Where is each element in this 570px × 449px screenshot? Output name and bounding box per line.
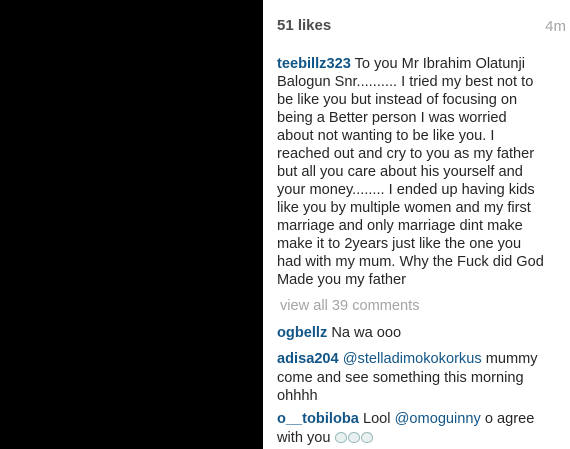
caption-text: marriage and only marriage dint make xyxy=(277,218,523,234)
comment-text: mummy xyxy=(485,351,538,367)
caption-text: had with my mum. Why the Fuck did God xyxy=(277,254,544,270)
caption-text: like you by multiple women and my first xyxy=(277,200,531,216)
caption-text: but all you care about his yourself and xyxy=(277,164,523,180)
comment: ogbellz Na wa ooo xyxy=(277,324,563,343)
caption-text: make it to 2years just like the one you xyxy=(277,236,522,252)
likes-count[interactable]: 51 likes xyxy=(277,17,331,34)
comment-text: Lool xyxy=(362,411,391,427)
comment-text: o agree xyxy=(484,411,535,427)
comment-username[interactable]: o__tobiloba xyxy=(277,411,359,427)
post-time[interactable]: 4m xyxy=(545,18,566,35)
comment-username[interactable]: ogbellz xyxy=(277,325,327,341)
comment: o__tobiloba Lool @omoguinny o agree with… xyxy=(277,410,563,447)
comment-text: come and see something this morning xyxy=(277,369,524,386)
caption-text: reached out and cry to you as my father xyxy=(277,146,535,162)
post-image[interactable] xyxy=(0,0,263,449)
grinning-cat-icon xyxy=(347,431,360,443)
post-details-panel: 51 likes 4m teebillz323 To you Mr Ibrahi… xyxy=(277,0,566,449)
comment-text: with you xyxy=(277,429,331,446)
comment-username[interactable]: adisa204 xyxy=(277,351,339,367)
caption-text: Made you my father xyxy=(277,272,406,288)
comment: adisa204 @stelladimokokorkus mummy come … xyxy=(277,350,563,406)
grinning-cat-icon xyxy=(360,431,373,443)
caption-text: about not wanting to be like you. I xyxy=(277,128,495,144)
comment-text: ohhhh xyxy=(277,388,318,404)
caption-username[interactable]: teebillz323 xyxy=(277,56,351,72)
caption-text: your money........ I ended up having kid… xyxy=(277,182,535,198)
caption-text: Balogun Snr.......... I tried my best no… xyxy=(277,74,534,90)
comment-mention[interactable]: @omoguinny xyxy=(395,411,481,427)
caption-text: be like you but instead of focusing on xyxy=(277,92,518,108)
comment-mention[interactable]: @stelladimokokorkus xyxy=(343,351,482,367)
view-all-comments-link[interactable]: view all 39 comments xyxy=(280,298,420,314)
grinning-cat-icon xyxy=(334,431,347,443)
caption-text: being a Better person I was worried xyxy=(277,110,507,126)
caption-text: To you Mr Ibrahim Olatunji xyxy=(354,56,525,72)
caption: teebillz323 To you Mr Ibrahim Olatunji B… xyxy=(277,55,563,289)
comment-text: Na wa ooo xyxy=(331,325,402,341)
